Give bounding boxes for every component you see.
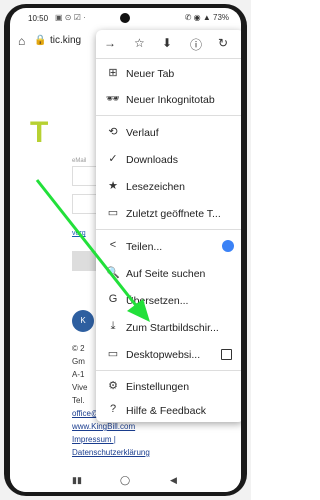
menu-item-find-in-page[interactable]: 🔍 Auf Seite suchen [96,262,241,286]
status-icons-left: ▣ ⊙ ☑ · [55,13,86,22]
incognito-icon: 🕶 [106,93,120,105]
home-nav-icon[interactable]: ◯ [120,475,130,486]
menu-item-downloads[interactable]: ✓ Downloads [96,148,241,172]
translate-icon: G [108,293,118,305]
menu-item-new-tab[interactable]: ⊞ Neuer Tab [96,62,241,86]
url-text[interactable]: tic.king [50,35,81,46]
menu-item-history[interactable]: ⟲ Verlauf [96,121,241,145]
help-icon: ? [109,403,117,415]
back-icon[interactable]: ◀ [170,475,177,486]
forgot-link[interactable]: verg [72,230,86,237]
menu-item-label: Neuer Tab [126,68,175,80]
android-nav-bar: ▮▮ ◯ ◀ [10,472,241,492]
download-icon[interactable]: ⬇ [162,36,172,50]
share-badge-icon [222,240,234,252]
add-to-home-icon: ⤓ [110,320,116,332]
menu-divider [96,115,241,116]
menu-item-label: Downloads [126,154,178,166]
home-icon[interactable]: ⌂ [18,34,25,48]
settings-icon: ⚙ [108,380,118,392]
forward-icon[interactable]: → [104,36,116,50]
desktop-site-checkbox[interactable] [221,349,232,360]
menu-item-help[interactable]: ? Hilfe & Feedback [96,399,241,423]
menu-item-desktop-site[interactable]: ▭ Desktopwebsi... [96,343,241,367]
menu-item-label: Zum Startbildschir... [126,322,219,334]
menu-divider [96,58,241,59]
footer-line: © 2 [72,344,85,353]
refresh-icon[interactable]: ↻ [218,36,228,50]
footer-line: Tel. [72,396,85,405]
front-camera [120,13,130,23]
lock-icon[interactable]: 🔒 [34,35,46,46]
menu-item-incognito[interactable]: 🕶 Neuer Inkognitotab [96,88,241,112]
menu-item-label: Verlauf [126,127,159,139]
menu-item-label: Teilen... [126,241,163,253]
menu-item-label: Lesezeichen [126,181,185,193]
footer-privacy-link[interactable]: Datenschutzerklärung [72,448,150,457]
menu-item-translate[interactable]: G Übersetzen... [96,289,241,313]
menu-divider [96,229,241,230]
menu-item-label: Desktopwebsi... [126,349,201,361]
recents-icon[interactable]: ▮▮ [72,475,82,486]
menu-toolbar: → ☆ ⬇ ⓘ ↻ [96,30,241,58]
menu-item-bookmarks[interactable]: ★ Lesezeichen [96,175,241,199]
footer-line: A-1 [72,370,85,379]
company-badge: K [72,310,94,332]
screen: 10:50 ▣ ⊙ ☑ · ✆ ◉ ▲ 73% ⌂ 🔒 tic.king T e… [10,8,241,492]
site-logo: T [30,116,49,149]
device-frame: 10:50 ▣ ⊙ ☑ · ✆ ◉ ▲ 73% ⌂ 🔒 tic.king T e… [0,0,251,500]
footer-website-link[interactable]: www.KingBill.com [72,422,135,431]
desktop-icon: ▭ [107,348,119,360]
menu-item-recent-tabs[interactable]: ▭ Zuletzt geöffnete T... [96,202,241,226]
info-icon[interactable]: ⓘ [190,36,202,53]
menu-divider [96,370,241,371]
share-icon: < [109,239,117,251]
menu-item-label: Übersetzen... [126,295,189,307]
history-icon: ⟲ [108,126,118,138]
footer-line: Gm [72,357,85,366]
menu-item-label: Zuletzt geöffnete T... [126,208,221,220]
downloads-icon: ✓ [108,153,118,165]
footer-impressum-link[interactable]: Impressum | [72,435,116,444]
status-time: 10:50 [28,14,49,23]
star-icon[interactable]: ☆ [134,36,145,50]
status-icons-right: ✆ ◉ ▲ 73% [184,13,229,22]
menu-item-share[interactable]: < Teilen... [96,235,241,259]
menu-item-settings[interactable]: ⚙ Einstellungen [96,375,241,399]
bookmarks-icon: ★ [108,180,118,192]
menu-item-label: Auf Seite suchen [126,268,206,280]
chrome-overflow-menu: → ☆ ⬇ ⓘ ↻ ⊞ Neuer Tab 🕶 Neuer Inkognitot… [96,30,241,422]
footer-line: Vive [72,383,88,392]
menu-item-label: Hilfe & Feedback [126,405,206,417]
email-label: eMail [72,158,87,164]
recent-tabs-icon: ▭ [107,207,119,219]
new-tab-icon: ⊞ [108,67,118,79]
menu-item-add-to-home[interactable]: ⤓ Zum Startbildschir... [96,316,241,340]
menu-item-label: Einstellungen [126,381,190,393]
find-icon: 🔍 [106,267,120,279]
menu-item-label: Neuer Inkognitotab [126,94,215,106]
